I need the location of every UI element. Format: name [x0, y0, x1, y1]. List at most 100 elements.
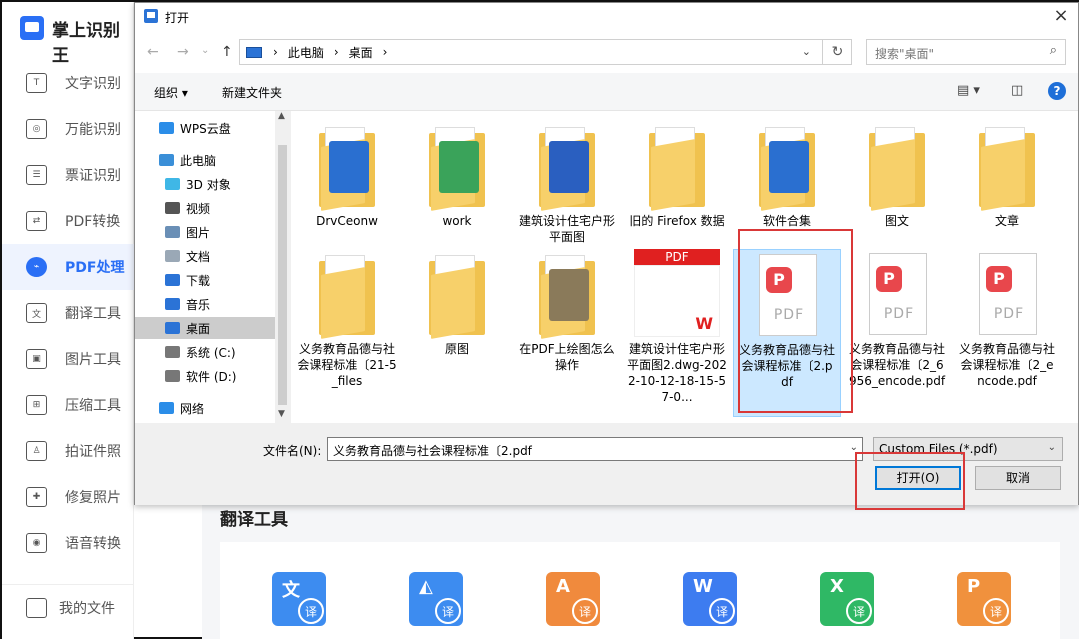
refresh-icon[interactable]: ↻: [822, 39, 852, 65]
dialog-titlebar: 打开 ×: [135, 3, 1078, 31]
navigation-bar: ← → ⌄ ↑ › 此电脑 › 桌面 › ⌄ ↻ 搜索"桌面" ⌕: [135, 31, 1078, 73]
translate-tool-icon: 文: [26, 303, 47, 323]
forward-icon[interactable]: →: [177, 44, 189, 60]
address-bar[interactable]: › 此电脑 › 桌面 › ⌄: [239, 39, 852, 65]
view-options-icon[interactable]: ▤ ▾: [957, 83, 980, 98]
cancel-button[interactable]: 取消: [975, 466, 1061, 490]
folder-item[interactable]: 义务教育品德与社会课程标准〔21-5_files: [293, 249, 401, 417]
highlight-selected-file: [738, 229, 853, 413]
music-icon: [165, 298, 180, 310]
nav-item[interactable]: ◎ 万能识别: [2, 106, 134, 152]
tree-item[interactable]: 3D 对象: [135, 173, 275, 195]
folder-item[interactable]: work: [403, 121, 511, 245]
crumb-sep: ›: [382, 45, 388, 59]
up-icon[interactable]: ↑: [221, 44, 233, 60]
pdf-convert-icon: ⇄: [26, 211, 47, 231]
nav-item[interactable]: ◉ 语音转换: [2, 520, 134, 566]
nav-item[interactable]: ✚ 修复照片: [2, 474, 134, 520]
drive-c-icon: [165, 346, 180, 358]
text-translate-icon[interactable]: 文译: [272, 572, 326, 626]
filename-field[interactable]: 义务教育品德与社会课程标准〔2.pdf ⌄: [327, 437, 863, 461]
folder-item[interactable]: 文章: [953, 121, 1061, 245]
drive-d-icon: [165, 370, 180, 382]
dialog-toolbar: 组织 ▾ 新建文件夹 ▤ ▾ ◫ ?: [135, 73, 1078, 111]
this-pc-icon: [246, 46, 262, 58]
scroll-down-icon[interactable]: ▼: [278, 409, 285, 419]
file-item[interactable]: P PDF 义务教育品德与社会课程标准〔2_6956_encode.pdf: [843, 249, 951, 417]
close-icon[interactable]: ×: [1050, 5, 1072, 26]
folder-icon: [973, 121, 1041, 211]
file-item[interactable]: P PDF 义务教育品德与社会课程标准〔2_encode.pdf: [953, 249, 1061, 417]
ppt-translate-icon[interactable]: P译: [957, 572, 1011, 626]
excel-translate-icon[interactable]: X译: [820, 572, 874, 626]
folder-item[interactable]: 旧的 Firefox 数据: [623, 121, 731, 245]
crumb-sep: ›: [333, 45, 339, 59]
folder-item[interactable]: 原图: [403, 249, 511, 417]
pdf-translate-icon[interactable]: A译: [546, 572, 600, 626]
folder-item[interactable]: DrvCeonw: [293, 121, 401, 245]
pdf-banner: PDF: [634, 249, 720, 265]
nav-item[interactable]: ⇄ PDF转换: [2, 198, 134, 244]
translate-badge: 译: [572, 598, 598, 624]
nav-item[interactable]: 文 翻译工具: [2, 290, 134, 336]
dialog-app-icon: [144, 9, 158, 23]
documents-icon: [165, 250, 180, 262]
nav-item[interactable]: ⌁ PDF处理: [2, 244, 134, 290]
file-name: work: [442, 214, 472, 228]
folder-item[interactable]: 在PDF上绘图怎么操作: [513, 249, 621, 417]
tree-item[interactable]: 音乐: [135, 293, 275, 315]
file-name: 图文: [884, 214, 909, 228]
app-logo-icon: [20, 16, 44, 40]
tree-item[interactable]: 文档: [135, 245, 275, 267]
chevron-down-icon: ⌄: [1047, 442, 1056, 453]
preview-pane-icon[interactable]: ◫: [1011, 83, 1023, 98]
my-files-button[interactable]: 我的文件: [2, 584, 134, 630]
word-translate-icon[interactable]: W译: [683, 572, 737, 626]
wps-logo-icon: W: [695, 314, 713, 333]
nav-item[interactable]: ⊞ 压缩工具: [2, 382, 134, 428]
crumb-desktop[interactable]: 桌面: [349, 44, 373, 61]
back-icon[interactable]: ←: [147, 44, 159, 60]
tree-item[interactable]: WPS云盘: [135, 117, 275, 139]
pdf-label: PDF: [993, 306, 1025, 322]
nav-item[interactable]: ▣ 图片工具: [2, 336, 134, 382]
tree-item[interactable]: 桌面: [135, 317, 275, 339]
file-item[interactable]: PDF W 建筑设计住宅户形平面图2.dwg-2022-10-12-18-15-57…: [623, 249, 731, 417]
folder-item[interactable]: 建筑设计住宅户形平面图: [513, 121, 621, 245]
navigation-scrollbar[interactable]: ▲ ▼: [275, 111, 290, 423]
scroll-thumb[interactable]: [278, 145, 287, 405]
tree-item[interactable]: 图片: [135, 221, 275, 243]
text-recognition-icon: T: [26, 73, 47, 93]
tree-item-label: 图片: [186, 225, 211, 240]
nav-item-label: 压缩工具: [65, 398, 121, 414]
nav-item[interactable]: ☰ 票证识别: [2, 152, 134, 198]
tool-symbol: P: [967, 576, 981, 597]
nav-item[interactable]: ♙ 拍证件照: [2, 428, 134, 474]
tree-item[interactable]: 网络: [135, 397, 275, 419]
recent-locations-icon[interactable]: ⌄: [201, 45, 209, 56]
tree-item[interactable]: 软件 (D:): [135, 365, 275, 387]
new-folder-button[interactable]: 新建文件夹: [222, 84, 282, 101]
search-input[interactable]: 搜索"桌面" ⌕: [866, 39, 1066, 65]
help-icon[interactable]: ?: [1048, 82, 1066, 100]
tree-item[interactable]: 下载: [135, 269, 275, 291]
folder-item[interactable]: 图文: [843, 121, 951, 245]
tree-item[interactable]: 系统 (C:): [135, 341, 275, 363]
file-name: 建筑设计住宅户形平面图2.dwg-2022-10-12-18-15-57-0..…: [627, 342, 727, 404]
tree-item[interactable]: 此电脑: [135, 149, 275, 171]
organize-button[interactable]: 组织 ▾: [154, 84, 188, 101]
file-name: 义务教育品德与社会课程标准〔2_6956_encode.pdf: [848, 342, 946, 388]
tree-item[interactable]: 视频: [135, 197, 275, 219]
crumb-this-pc[interactable]: 此电脑: [288, 44, 324, 61]
navigation-pane: ▲ ▼ WPS云盘此电脑 3D 对象 视频图片文档 下载 音乐 桌面 系统 (C:) 软件 (…: [135, 111, 290, 423]
scroll-up-icon[interactable]: ▲: [278, 111, 285, 121]
nav-item-label: 万能识别: [65, 122, 121, 138]
dialog-bottom: 文件名(N): 义务教育品德与社会课程标准〔2.pdf ⌄ Custom Fil…: [135, 423, 1078, 510]
translate-badge: 译: [846, 598, 872, 624]
address-dropdown-icon[interactable]: ⌄: [802, 45, 811, 58]
image-translate-icon[interactable]: ◭ 译: [409, 572, 463, 626]
folder-item[interactable]: 软件合集: [733, 121, 841, 245]
tool-card: 文译 ◭ 译 A 译 W 译 X 译 P 译: [220, 542, 1060, 639]
crumb-sep: ›: [273, 45, 278, 59]
nav-item[interactable]: T 文字识别: [2, 60, 134, 106]
